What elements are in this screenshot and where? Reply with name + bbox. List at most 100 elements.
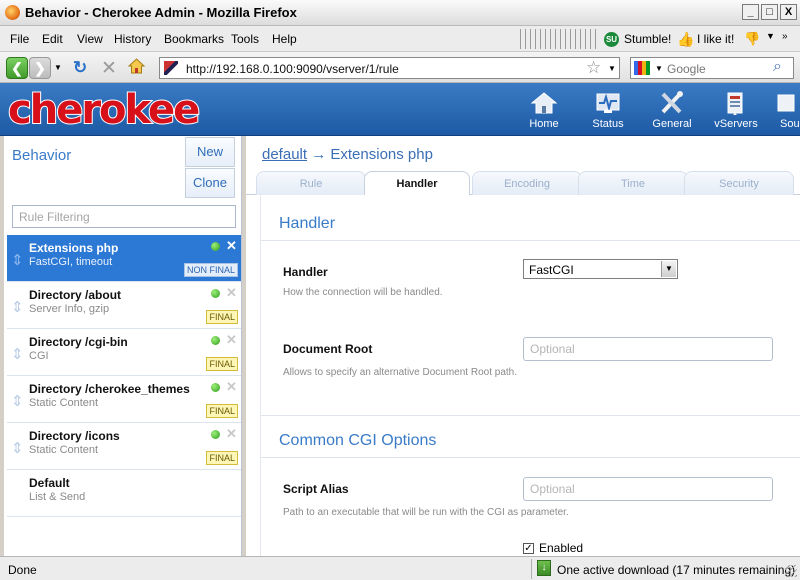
final-toggle-badge[interactable]: FINAL: [206, 404, 238, 418]
breadcrumb: default → Extensions php: [262, 146, 433, 163]
menu-help[interactable]: Help: [272, 32, 297, 46]
select-arrow-icon[interactable]: ▼: [661, 261, 676, 277]
download-icon[interactable]: ↓: [537, 560, 551, 576]
menu-history[interactable]: History: [114, 32, 151, 46]
rule-name: Extensions php: [29, 241, 119, 255]
thumbs-up-icon[interactable]: 👍: [677, 31, 694, 47]
stumbleupon-icon[interactable]: SU: [604, 32, 619, 47]
home-icon[interactable]: [128, 58, 145, 74]
minimize-button[interactable]: _: [742, 4, 759, 20]
breadcrumb-vserver-link[interactable]: default: [262, 146, 307, 163]
menu-bookmarks[interactable]: Bookmarks: [164, 32, 224, 46]
cgi-section-title: Common CGI Options: [279, 432, 437, 449]
stop-icon[interactable]: ✕: [101, 57, 117, 80]
rule-filter-input[interactable]: [12, 205, 236, 228]
final-toggle-badge[interactable]: NON FINAL: [183, 263, 238, 277]
menu-edit[interactable]: Edit: [42, 32, 63, 46]
new-rule-button[interactable]: New: [185, 137, 235, 167]
rule-name: Default: [29, 476, 70, 490]
reload-icon[interactable]: ↻: [73, 58, 87, 78]
delete-rule-icon[interactable]: ✕: [226, 238, 237, 254]
tab-security[interactable]: Security: [684, 171, 794, 195]
status-bar: Done ↓ One active download (17 minutes r…: [0, 556, 800, 580]
rule-item-extensions-php[interactable]: ⇕ Extensions php FastCGI, timeout ✕ NON …: [7, 235, 241, 282]
behavior-panel: Behavior New Clone ⇕ Extensions php Fast…: [4, 136, 242, 556]
google-icon[interactable]: [634, 61, 650, 75]
nav-status[interactable]: Status: [576, 89, 640, 135]
url-bar[interactable]: http://192.168.0.100:9090/vserver/1/rule…: [159, 57, 620, 79]
like-button[interactable]: I like it!: [697, 32, 734, 46]
rule-item-directory-about[interactable]: ⇕ Directory /about Server Info, gzip ✕ F…: [7, 282, 241, 329]
final-toggle-badge[interactable]: FINAL: [206, 451, 238, 465]
docroot-input[interactable]: [523, 337, 773, 361]
script-alias-input[interactable]: [523, 477, 773, 501]
handler-tab-content: Handler Handler FastCGI ▼ How the connec…: [260, 195, 800, 556]
delete-rule-icon[interactable]: ✕: [226, 332, 237, 348]
rule-item-directory-icons[interactable]: ⇕ Directory /icons Static Content ✕ FINA…: [7, 423, 241, 470]
delete-rule-icon[interactable]: ✕: [226, 285, 237, 301]
tab-rule[interactable]: Rule: [256, 171, 366, 195]
menu-view[interactable]: View: [77, 32, 103, 46]
handler-select[interactable]: FastCGI ▼: [523, 259, 678, 279]
enabled-status-icon[interactable]: [211, 383, 220, 392]
drag-arrows-icon[interactable]: ⇕: [11, 392, 24, 410]
back-button[interactable]: ❮: [6, 57, 28, 79]
drag-arrows-icon[interactable]: ⇕: [11, 251, 24, 269]
url-text[interactable]: http://192.168.0.100:9090/vserver/1/rule: [186, 62, 399, 76]
enabled-status-icon[interactable]: [211, 289, 220, 298]
toolbar-grip[interactable]: [520, 29, 598, 49]
rule-name: Directory /about: [29, 288, 122, 302]
behavior-title: Behavior: [12, 147, 72, 164]
search-engine-dropdown-icon[interactable]: ▼: [655, 64, 663, 73]
drag-arrows-icon[interactable]: ⇕: [11, 298, 24, 316]
nav-general[interactable]: General: [640, 89, 704, 135]
search-box[interactable]: ▼ Google ⌕: [630, 57, 794, 79]
cherokee-logo[interactable]: cherokee: [7, 86, 201, 134]
delete-rule-icon[interactable]: ✕: [226, 379, 237, 395]
menu-file[interactable]: File: [10, 32, 29, 46]
rule-item-directory-cherokee-themes[interactable]: ⇕ Directory /cherokee_themes Static Cont…: [7, 376, 241, 423]
nav-general-label: General: [652, 118, 692, 130]
delete-rule-icon[interactable]: ✕: [226, 426, 237, 442]
rule-item-default[interactable]: Default List & Send: [7, 470, 241, 517]
dropdown-arrow-icon[interactable]: ▼: [766, 31, 775, 41]
nav-vservers[interactable]: vServers: [704, 89, 768, 135]
rule-name: Directory /icons: [29, 429, 120, 443]
tab-encoding[interactable]: Encoding: [472, 171, 582, 195]
nav-sources[interactable]: Sou: [766, 89, 800, 135]
bookmark-star-icon[interactable]: ☆: [586, 58, 601, 78]
rule-item-directory-cgi-bin[interactable]: ⇕ Directory /cgi-bin CGI ✕ FINAL: [7, 329, 241, 376]
enabled-status-icon[interactable]: [211, 336, 220, 345]
url-dropdown-icon[interactable]: ▼: [608, 64, 616, 73]
enabled-status-icon[interactable]: [211, 242, 220, 251]
overflow-chevron-icon[interactable]: »: [782, 31, 788, 42]
resize-grip[interactable]: [785, 565, 797, 577]
stumble-button[interactable]: Stumble!: [624, 32, 671, 46]
nav-home[interactable]: Home: [512, 89, 576, 135]
final-toggle-badge[interactable]: FINAL: [206, 357, 238, 371]
vservers-icon: [727, 92, 743, 115]
search-icon[interactable]: ⌕: [773, 58, 782, 76]
drag-arrows-icon[interactable]: ⇕: [11, 439, 24, 457]
status-text: Done: [8, 563, 37, 577]
docroot-help: Allows to specify an alternative Documen…: [283, 367, 518, 378]
download-status[interactable]: One active download (17 minutes remainin…: [557, 563, 795, 577]
status-divider: [531, 559, 532, 579]
search-placeholder[interactable]: Google: [667, 62, 706, 76]
enabled-checkbox[interactable]: ✓: [523, 543, 534, 554]
tab-handler[interactable]: Handler: [364, 171, 470, 196]
history-dropdown-icon[interactable]: ▼: [54, 63, 62, 72]
menu-tools[interactable]: Tools: [231, 32, 259, 46]
forward-button[interactable]: ❯: [29, 57, 51, 79]
thumbs-down-icon[interactable]: 👎: [744, 31, 760, 47]
enabled-label: Enabled: [539, 541, 584, 555]
handler-label: Handler: [283, 265, 328, 279]
drag-arrows-icon[interactable]: ⇕: [11, 345, 24, 363]
tab-time[interactable]: Time: [578, 171, 688, 195]
final-toggle-badge[interactable]: FINAL: [206, 310, 238, 324]
maximize-button[interactable]: □: [761, 4, 778, 20]
enabled-status-icon[interactable]: [211, 430, 220, 439]
rule-description: Server Info, gzip: [29, 303, 110, 315]
clone-rule-button[interactable]: Clone: [185, 168, 235, 198]
close-button[interactable]: X: [780, 4, 797, 20]
